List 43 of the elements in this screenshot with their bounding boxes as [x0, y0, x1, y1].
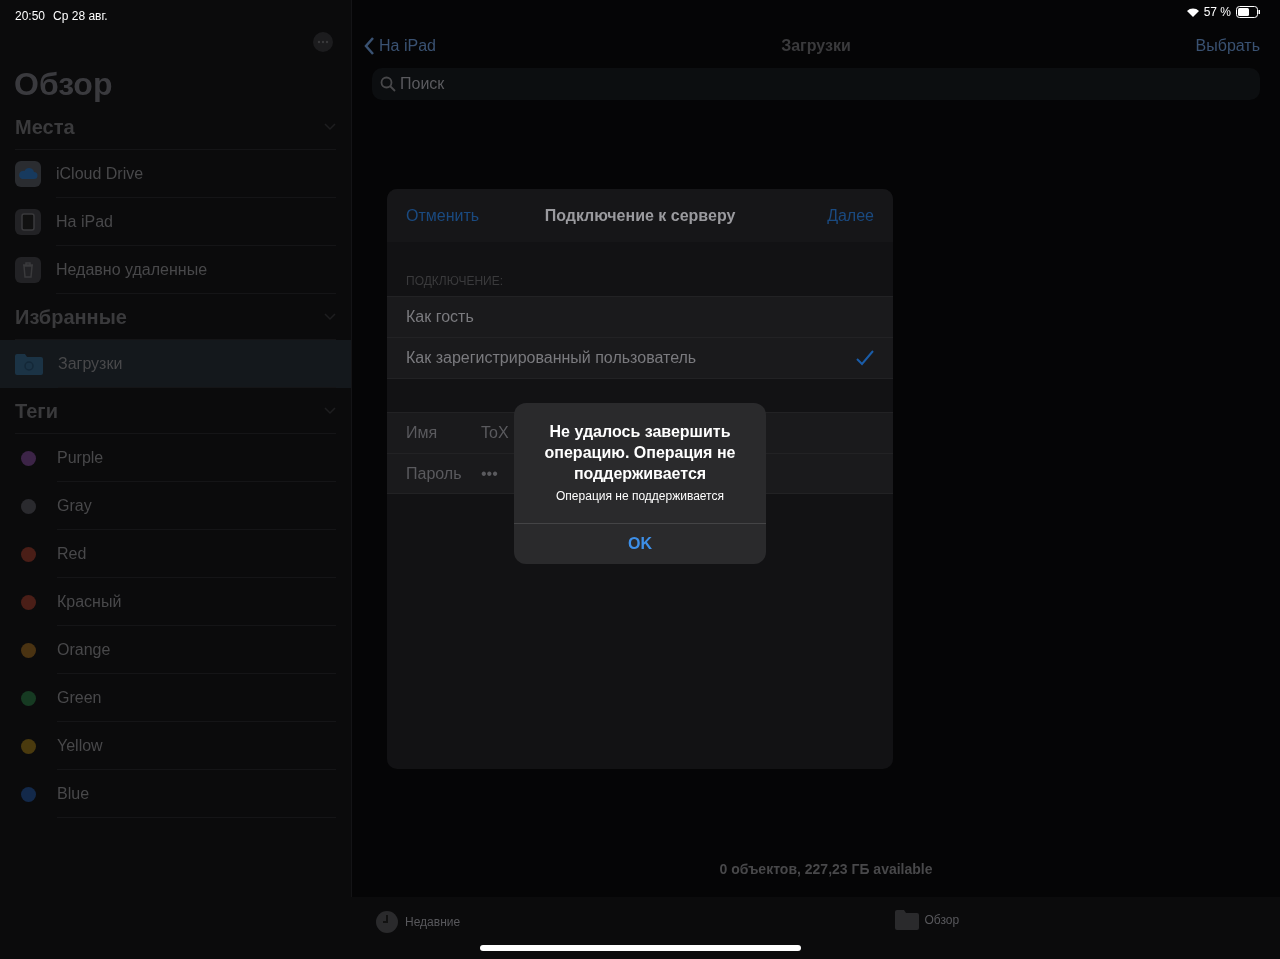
status-date: Ср 28 авг. [53, 8, 108, 25]
sidebar-item[interactable]: Purple [0, 434, 351, 482]
back-chevron-icon [364, 37, 375, 55]
field-value[interactable]: ToX [481, 421, 509, 445]
battery-percent: 57 % [1203, 4, 1231, 21]
battery-icon [1236, 6, 1260, 18]
option-row[interactable]: Как зарегистрированный пользователь [387, 337, 893, 378]
next-button[interactable]: Далее [827, 203, 874, 228]
cancel-button[interactable]: Отменить [406, 203, 480, 228]
field-label: Имя [406, 423, 439, 443]
field-label: Пароль [406, 463, 463, 484]
sidebar-item[interactable]: Green [0, 674, 351, 722]
alert-message: Операция не поддерживается [555, 488, 725, 505]
select-button[interactable]: Выбрать [1195, 34, 1268, 58]
trash-icon [15, 257, 41, 283]
dialog-title: Подключение к серверу [544, 205, 736, 226]
tab-item[interactable]: Обзор [894, 910, 960, 930]
alert-title: Не удалось завершить операцию. Операция не поддерживается [543, 422, 737, 484]
search-field[interactable]: Поиск [372, 68, 1260, 100]
folder-icon [15, 353, 43, 375]
sidebar-item[interactable]: Недавно удаленные [0, 246, 351, 294]
tab-item[interactable]: Недавние [375, 910, 461, 934]
sidebar-item[interactable]: iCloud Drive [0, 150, 351, 198]
sidebar-item[interactable]: Красный [0, 578, 351, 626]
clock-icon [375, 910, 399, 934]
footer-status: 0 объектов, 227,23 ГБ available [718, 860, 934, 879]
option-row[interactable]: Как гость [387, 296, 893, 337]
more-icon [313, 32, 333, 52]
cloud-icon [15, 161, 41, 187]
tablet-icon [15, 209, 41, 235]
field-value[interactable]: ••• [481, 461, 498, 486]
status-time: 20:50 [15, 8, 46, 25]
sidebar-item[interactable]: Blue [0, 770, 351, 818]
sidebar-item[interactable]: Gray [0, 482, 351, 530]
ok-button[interactable]: OK [514, 523, 766, 564]
back-button[interactable]: На iPad [364, 34, 436, 58]
sidebar-item[interactable]: Red [0, 530, 351, 578]
folder-icon [894, 910, 919, 930]
sidebar-item[interactable]: Yellow [0, 722, 351, 770]
sidebar-item[interactable]: На iPad [0, 198, 351, 246]
wifi-icon [1186, 7, 1199, 17]
sidebar-item[interactable]: Orange [0, 626, 351, 674]
search-icon [380, 76, 396, 92]
